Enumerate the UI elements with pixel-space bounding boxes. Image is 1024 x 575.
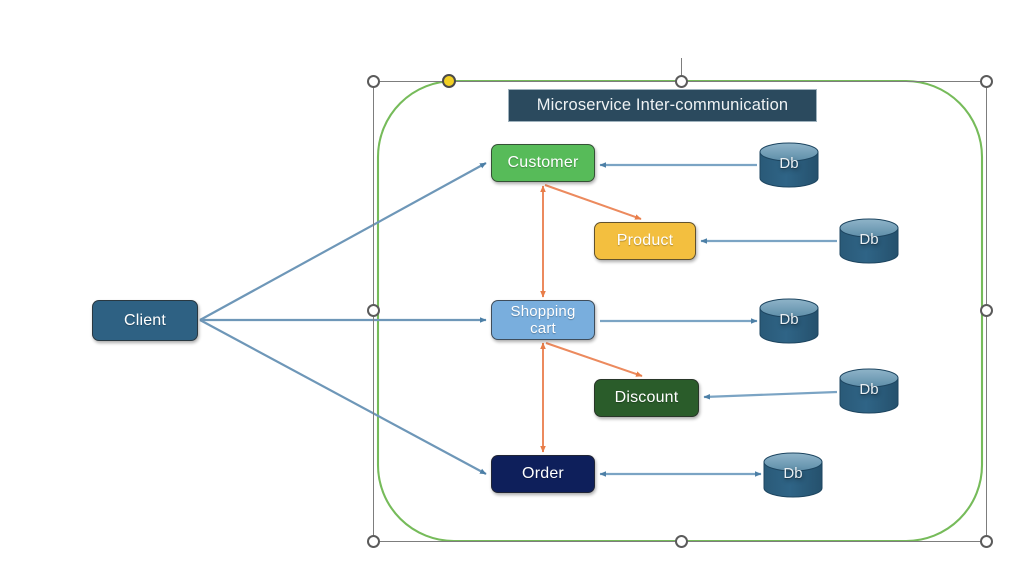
handle-top-left[interactable] xyxy=(366,74,380,88)
handle-bottom-left[interactable] xyxy=(366,534,380,548)
database-order[interactable]: Db xyxy=(764,453,822,497)
node-label: Customer xyxy=(507,154,579,171)
connector-db-discount xyxy=(703,390,838,400)
handle-bottom-right[interactable] xyxy=(979,534,993,548)
connector-customer-to-product xyxy=(544,184,642,220)
node-shopping-cart[interactable]: Shopping cart xyxy=(491,300,595,340)
node-order[interactable]: Order xyxy=(491,455,595,493)
diagram-title-banner[interactable]: Microservice Inter-communication xyxy=(508,89,817,122)
node-label: Shopping cart xyxy=(511,303,576,337)
handle-middle-left[interactable] xyxy=(366,303,380,317)
container-rounded-rect xyxy=(376,79,984,543)
connector-cart-to-discount xyxy=(545,342,643,377)
node-label: Product xyxy=(616,232,674,249)
db-label: Db xyxy=(779,311,799,328)
database-product[interactable]: Db xyxy=(840,219,898,263)
node-customer[interactable]: Customer xyxy=(491,144,595,182)
node-label: Client xyxy=(123,311,167,329)
diagram-canvas: Db Db Db Db Db Microservice Inter-commun… xyxy=(0,0,1024,575)
db-label: Db xyxy=(779,155,799,172)
handle-middle-right[interactable] xyxy=(979,303,993,317)
connector-client-to-customer xyxy=(199,162,487,321)
client-connectors xyxy=(199,162,487,475)
diagram-title-text: Microservice Inter-communication xyxy=(536,96,789,114)
node-label-line1: Shopping xyxy=(510,303,576,320)
database-discount[interactable]: Db xyxy=(840,369,898,413)
node-label: Discount xyxy=(614,389,679,406)
db-label: Db xyxy=(783,465,803,482)
db-label: Db xyxy=(859,231,879,248)
node-discount[interactable]: Discount xyxy=(594,379,699,417)
connector-client-to-order xyxy=(199,319,487,475)
database-customer[interactable]: Db xyxy=(760,143,818,187)
handle-bottom-center[interactable] xyxy=(674,534,688,548)
database-cart[interactable]: Db xyxy=(760,299,818,343)
handle-adjust-corner-radius[interactable] xyxy=(442,74,456,88)
node-client[interactable]: Client xyxy=(92,300,198,341)
node-label-line2: cart xyxy=(530,320,556,337)
db-label: Db xyxy=(859,381,879,398)
handle-top-center[interactable] xyxy=(674,74,688,88)
node-product[interactable]: Product xyxy=(594,222,696,260)
node-label: Order xyxy=(522,465,564,482)
handle-top-right[interactable] xyxy=(979,74,993,88)
